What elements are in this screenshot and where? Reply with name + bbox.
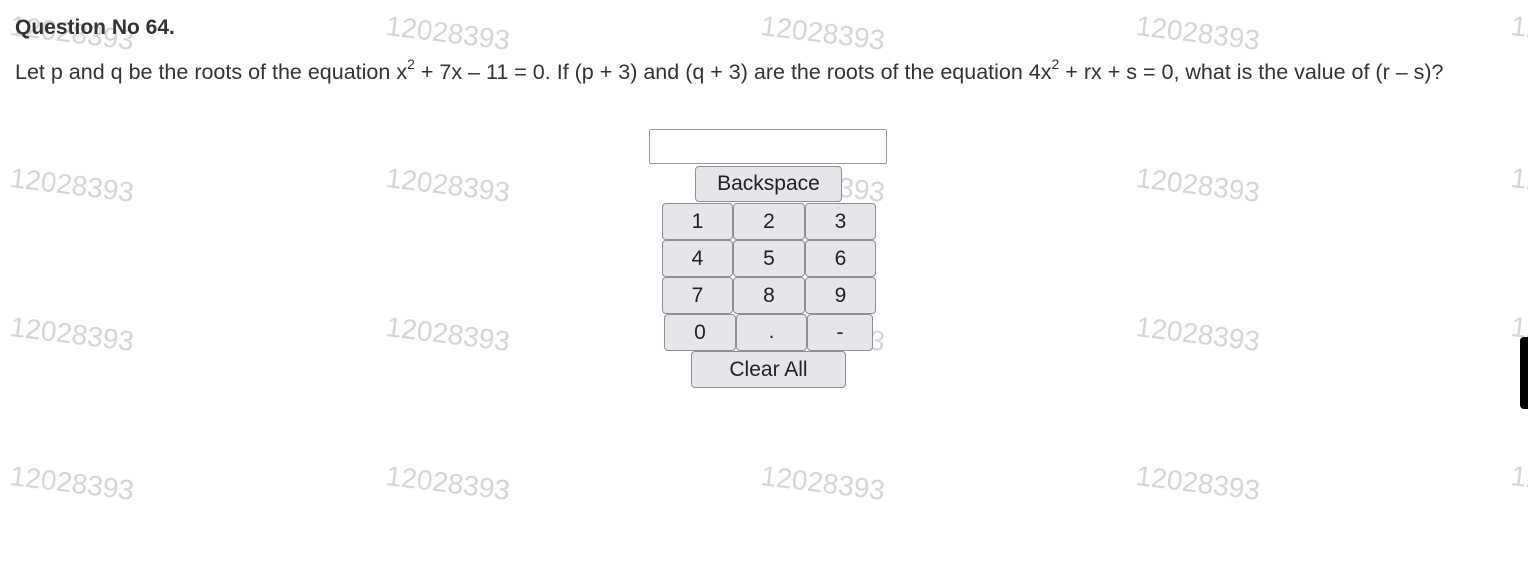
key-4-button[interactable]: 4: [662, 240, 733, 277]
key-decimal-button[interactable]: .: [736, 314, 807, 351]
key-8-button[interactable]: 8: [733, 277, 805, 314]
key-9-button[interactable]: 9: [805, 277, 876, 314]
key-1-button[interactable]: 1: [662, 203, 733, 240]
key-minus-button[interactable]: -: [807, 314, 873, 351]
key-5-button[interactable]: 5: [733, 240, 805, 277]
superscript: 2: [407, 55, 415, 72]
key-0-button[interactable]: 0: [664, 314, 736, 351]
answer-input[interactable]: [649, 129, 887, 164]
scrollbar-thumb[interactable]: [1520, 337, 1528, 409]
question-title: Question No 64.: [15, 16, 175, 39]
question-panel: Question No 64. Let p and q be the roots…: [0, 0, 1528, 579]
superscript: 2: [1051, 55, 1060, 72]
key-2-button[interactable]: 2: [733, 203, 805, 240]
key-6-button[interactable]: 6: [805, 240, 876, 277]
key-7-button[interactable]: 7: [662, 277, 733, 314]
question-text-part: + rx + s = 0, what is the value of (r – …: [1059, 60, 1444, 84]
question-text: Let p and q be the roots of the equation…: [15, 55, 1515, 87]
question-text-part: Let p and q be the roots of the equation…: [15, 60, 408, 84]
clear-all-button[interactable]: Clear All: [691, 351, 846, 388]
question-text-part: + 7x – 11 = 0. If (p + 3) and (q + 3) ar…: [414, 60, 1052, 84]
key-3-button[interactable]: 3: [805, 203, 876, 240]
backspace-button[interactable]: Backspace: [695, 166, 842, 202]
